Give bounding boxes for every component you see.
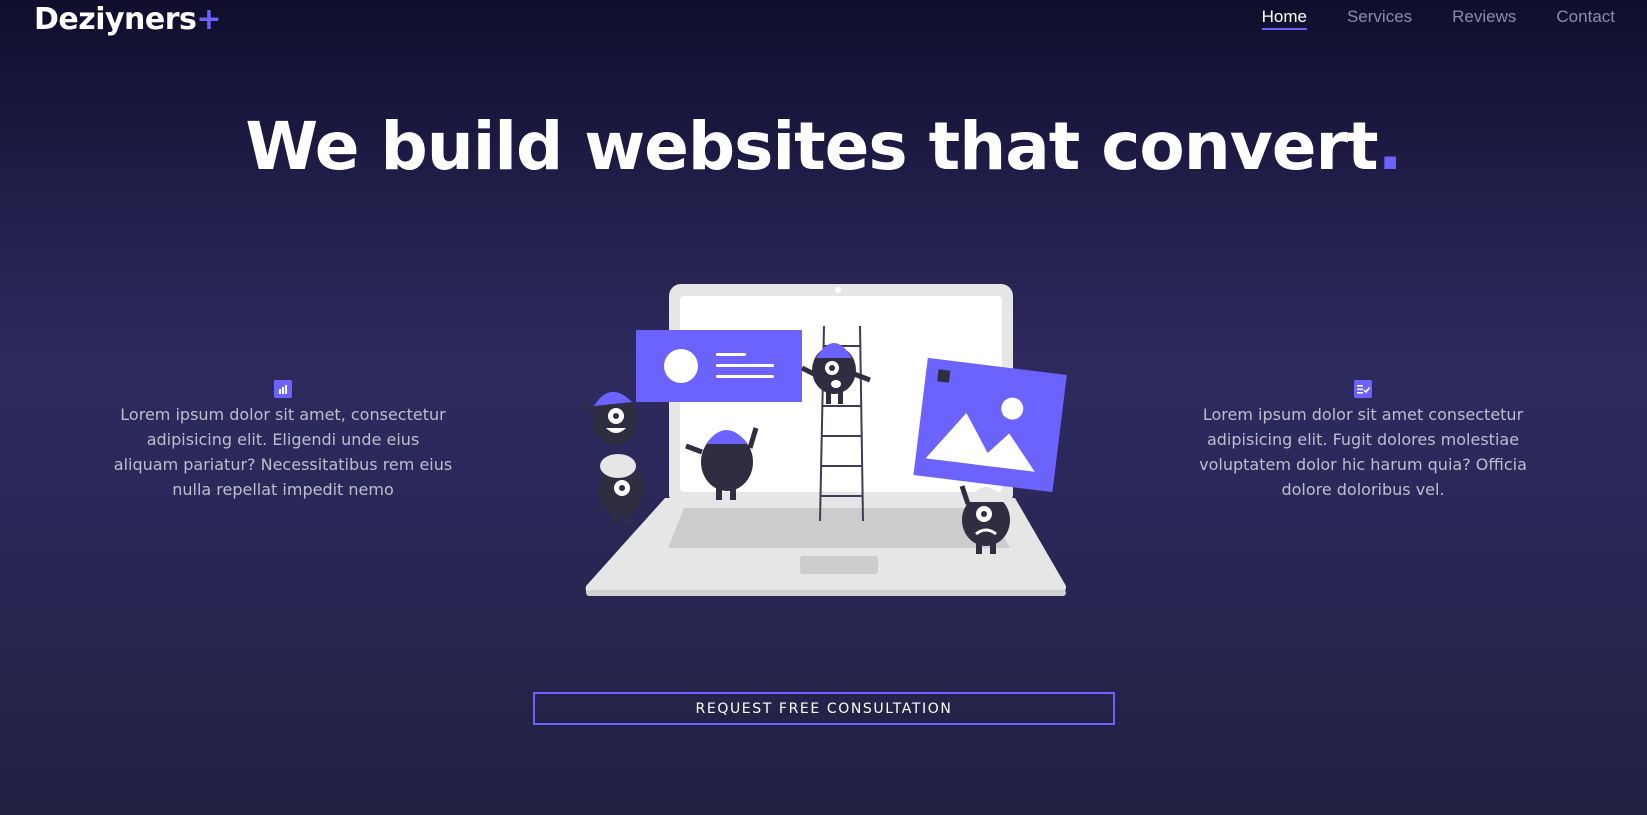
brand-name: Deziyners: [34, 2, 197, 37]
feature-right: Lorem ipsum dolor sit amet consectetur a…: [1193, 380, 1533, 502]
nav-contact-link[interactable]: Contact: [1556, 7, 1615, 30]
checklist-icon: [1354, 380, 1372, 398]
main-menu: Home Services Reviews Contact: [1261, 7, 1615, 30]
request-consultation-button[interactable]: REQUEST FREE CONSULTATION: [533, 692, 1115, 725]
bar-chart-icon: [274, 380, 292, 398]
laptop-illustration: [579, 284, 1067, 596]
brand-plus: +: [196, 2, 222, 37]
hero-headline-text: We build websites that convert: [245, 108, 1378, 185]
nav-services-link[interactable]: Services: [1347, 7, 1412, 30]
feature-left-text: Lorem ipsum dolor sit amet, consectetur …: [113, 405, 453, 499]
hero-headline: We build websites that convert.: [0, 108, 1647, 185]
nav-home-link[interactable]: Home: [1261, 7, 1307, 30]
feature-right-text: Lorem ipsum dolor sit amet consectetur a…: [1199, 405, 1527, 499]
brand-logo[interactable]: Deziyners+: [34, 2, 222, 37]
top-nav: Deziyners+ Home Services Reviews Contact: [0, 0, 1647, 40]
feature-left: Lorem ipsum dolor sit amet, consectetur …: [113, 380, 453, 502]
nav-reviews-link[interactable]: Reviews: [1452, 7, 1516, 30]
hero-headline-dot: .: [1377, 108, 1403, 185]
